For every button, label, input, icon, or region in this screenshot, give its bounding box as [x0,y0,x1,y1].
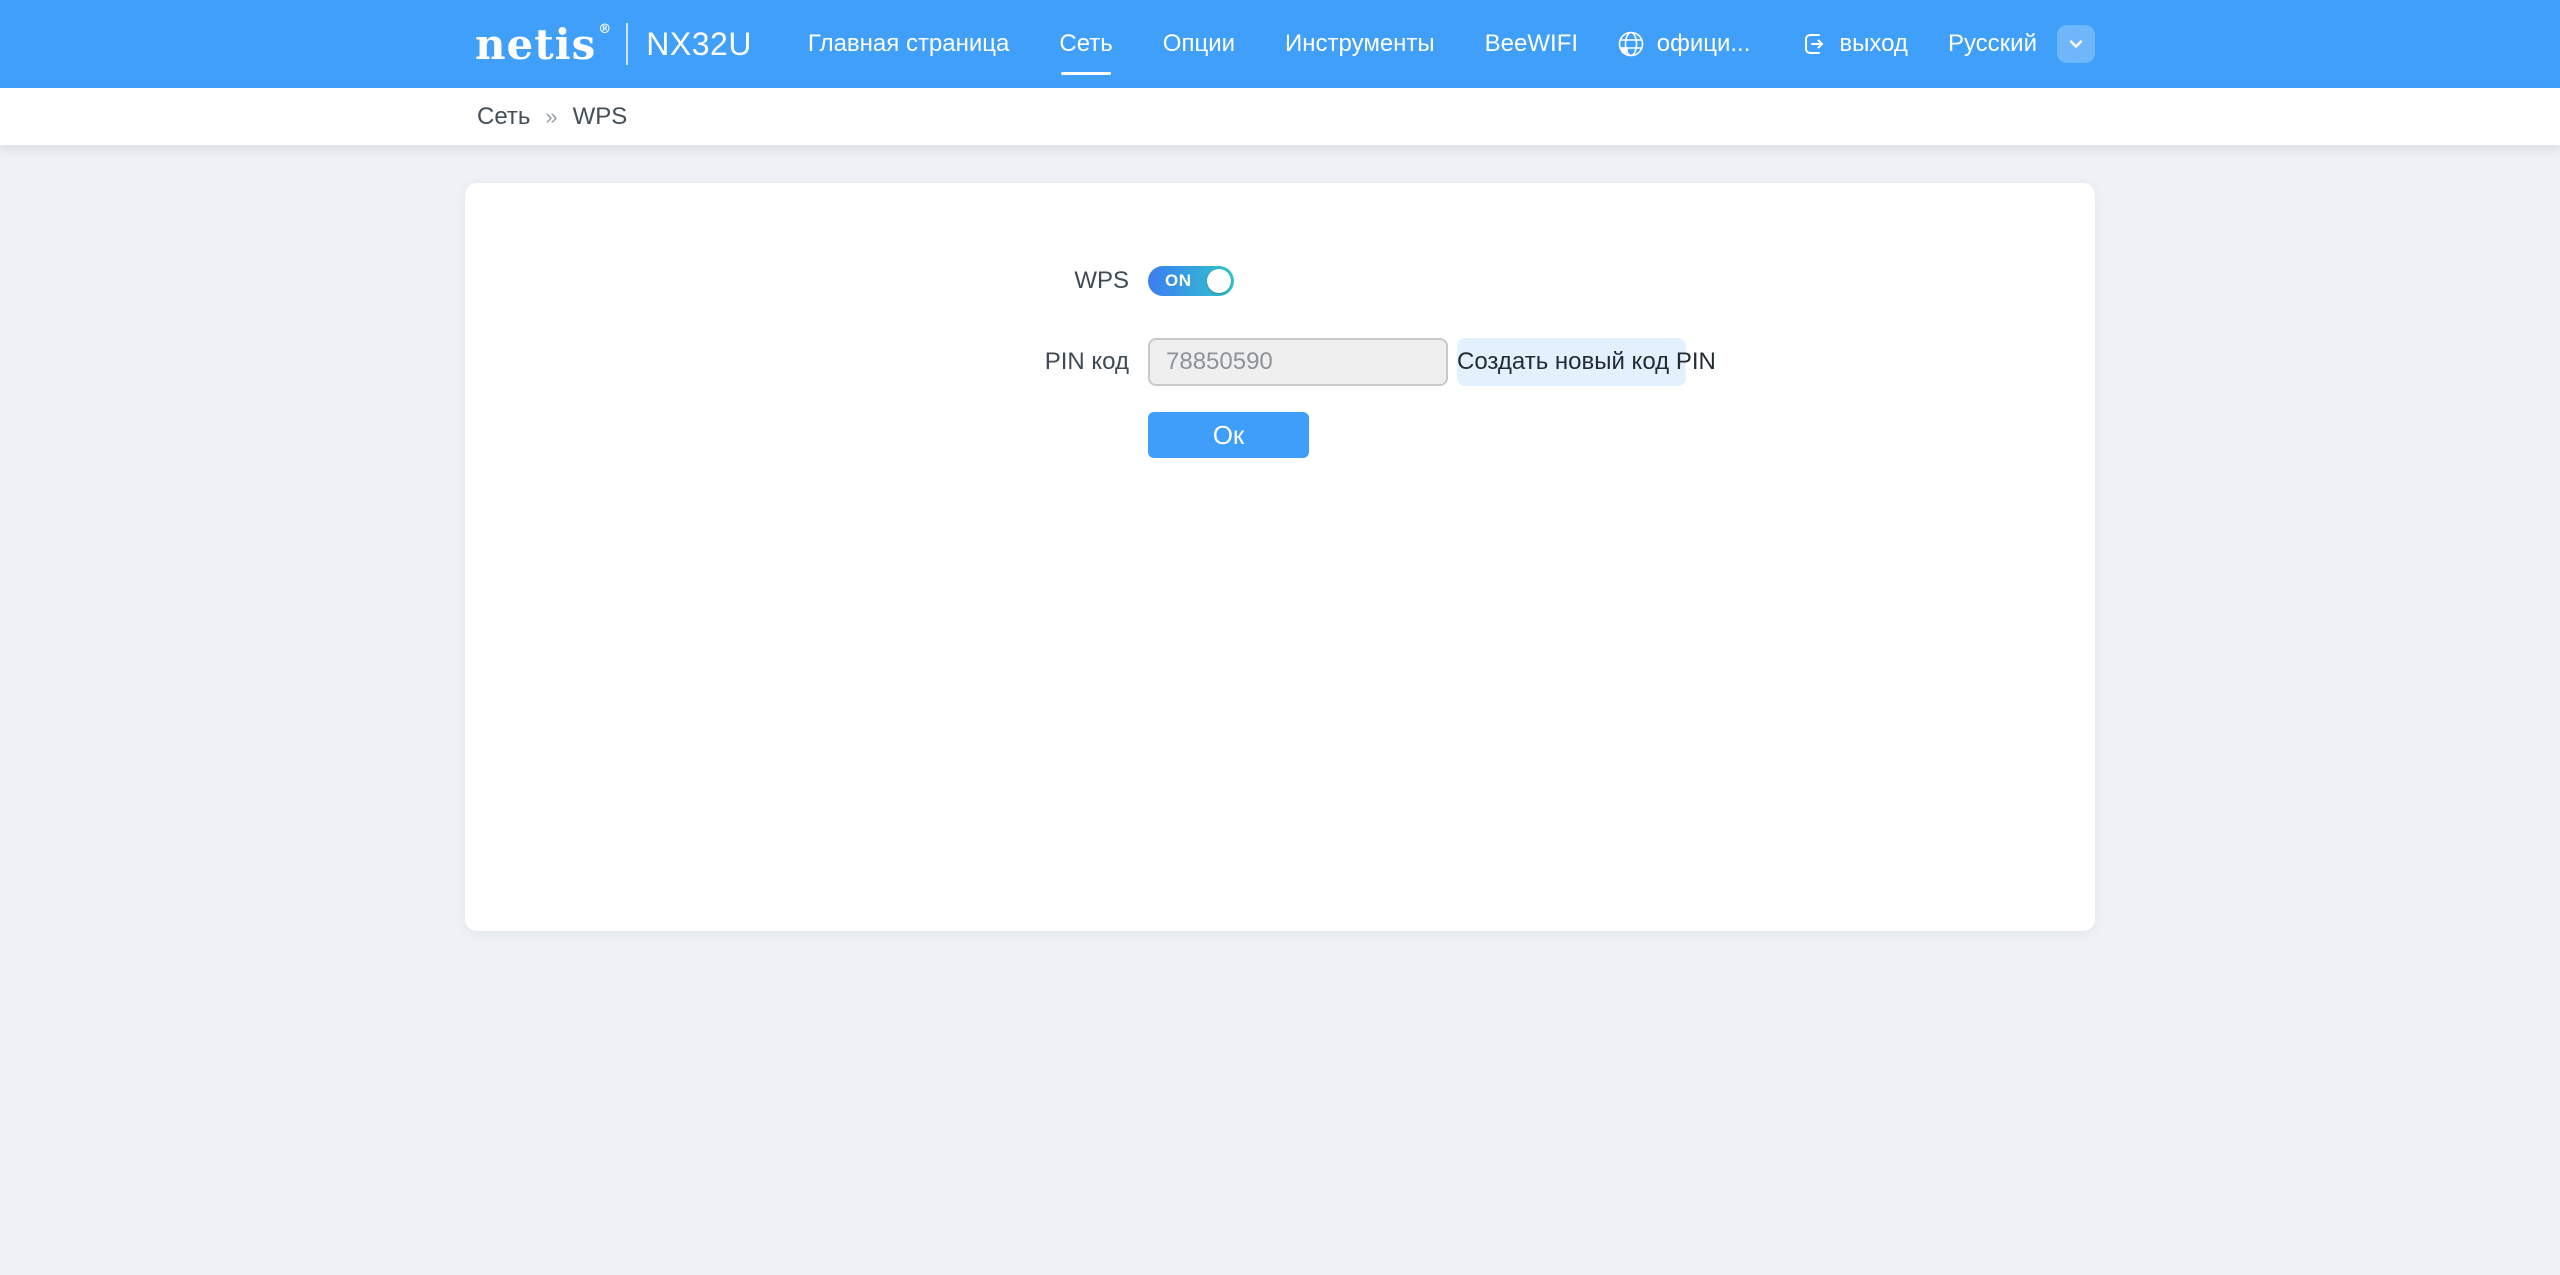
official-site-label: офици... [1656,30,1751,57]
ok-button[interactable]: Ок [1148,412,1309,458]
model-name: NX32U [646,25,752,62]
wps-toggle-state: ON [1165,271,1192,290]
pin-label: PIN код [1044,348,1129,375]
language-selected[interactable]: Русский [1948,30,2037,58]
logout-link[interactable]: выход [1800,30,1908,58]
brand-divider [626,23,629,65]
nav-item-network[interactable]: Сеть [1059,30,1113,75]
nav-item-beewifi[interactable]: BeeWIFI [1485,30,1578,58]
wps-toggle[interactable]: ON [1148,266,1234,296]
create-new-pin-button[interactable]: Создать новый код PIN [1457,338,1716,386]
breadcrumb-separator: » [545,103,558,129]
nav-item-home[interactable]: Главная страница [808,30,1009,58]
pin-row: PIN код Создать новый код PIN [465,338,2095,386]
official-site-link[interactable]: офици... [1616,29,1751,59]
app-header: netis ® NX32U Главная страница Сеть Опции… [0,0,2560,88]
main-nav: Главная страница Сеть Опции Инструменты … [808,30,1578,75]
chevron-down-icon [2069,40,2083,48]
language-dropdown-button[interactable] [2057,25,2095,63]
brand-logo: netis ® NX32U [465,23,752,66]
nav-item-options[interactable]: Опции [1163,30,1235,58]
wps-settings-card: WPS ON PIN код Создать новый код PIN Ок [465,183,2095,931]
brand-name: netis ® [475,19,613,69]
logout-icon [1805,34,1824,54]
nav-item-tools[interactable]: Инструменты [1285,30,1435,58]
wps-label: WPS [1074,267,1129,294]
ok-row: Ок [465,412,2095,458]
breadcrumb: Сеть » WPS [465,103,627,131]
wps-row: WPS ON [465,266,2095,296]
breadcrumb-section[interactable]: Сеть [477,103,530,131]
breadcrumb-page: WPS [572,102,628,130]
wps-toggle-knob [1207,269,1231,293]
globe-icon [1618,31,1644,57]
wps-settings-form: WPS ON PIN код Создать новый код PIN Ок [465,183,2095,458]
main-area: WPS ON PIN код Создать новый код PIN Ок [0,145,2560,931]
pin-code-input[interactable] [1148,338,1448,386]
breadcrumb-bar: Сеть » WPS [0,88,2560,145]
logout-label: выход [1839,30,1908,57]
header-right: офици... выход Русский [1616,25,2095,63]
registered-mark: ® [598,21,613,37]
